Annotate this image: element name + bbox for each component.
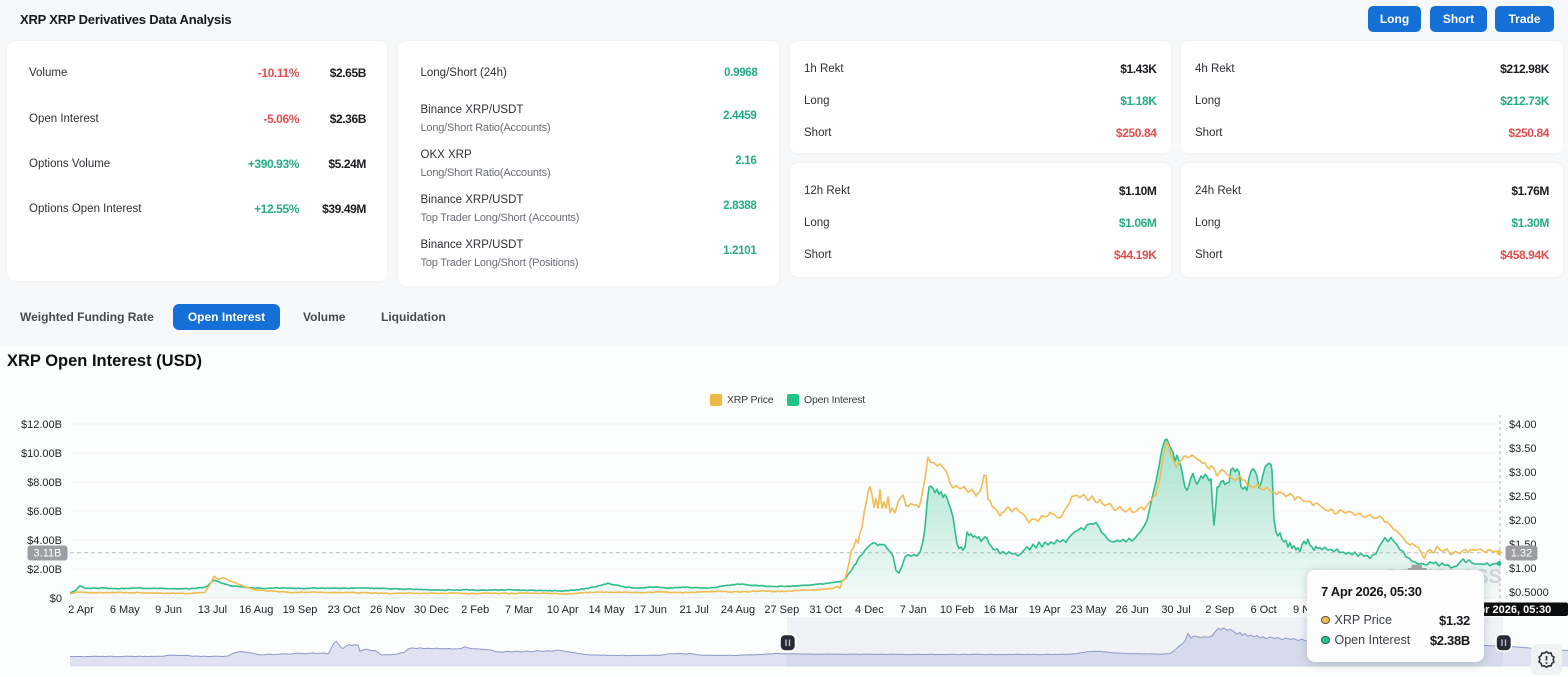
svg-text:23 May: 23 May: [1070, 604, 1107, 616]
svg-text:7 Jan: 7 Jan: [900, 604, 927, 616]
svg-text:$2.00: $2.00: [1509, 515, 1537, 527]
svg-text:6 May: 6 May: [110, 604, 140, 616]
svg-text:19 Sep: 19 Sep: [283, 604, 318, 616]
svg-text:$0.5000: $0.5000: [1509, 587, 1549, 599]
svg-text:24 Aug: 24 Aug: [721, 604, 755, 616]
svg-text:2 Sep: 2 Sep: [1205, 604, 1234, 616]
svg-text:2 Feb: 2 Feb: [461, 604, 489, 616]
svg-text:13 Jul: 13 Jul: [198, 604, 227, 616]
svg-text:$2.50: $2.50: [1509, 491, 1537, 503]
svg-text:23 Oct: 23 Oct: [328, 604, 360, 616]
svg-text:6 Oct: 6 Oct: [1250, 604, 1276, 616]
svg-text:26 Nov: 26 Nov: [370, 604, 405, 616]
svg-text:3.11B: 3.11B: [34, 548, 62, 560]
svg-text:17 Jun: 17 Jun: [634, 604, 667, 616]
svg-text:$4.00B: $4.00B: [27, 535, 62, 547]
svg-text:21 Jul: 21 Jul: [680, 604, 709, 616]
svg-text:2 Apr: 2 Apr: [68, 604, 94, 616]
svg-text:14 May: 14 May: [589, 604, 626, 616]
svg-text:4 Dec: 4 Dec: [855, 604, 884, 616]
svg-text:7 Mar: 7 Mar: [505, 604, 533, 616]
svg-text:$12.00B: $12.00B: [21, 419, 62, 431]
svg-text:$4.00: $4.00: [1509, 419, 1537, 431]
svg-text:16 Mar: 16 Mar: [984, 604, 1019, 616]
svg-text:27 Sep: 27 Sep: [764, 604, 799, 616]
svg-text:$6.00B: $6.00B: [27, 506, 62, 518]
svg-text:31 Oct: 31 Oct: [809, 604, 841, 616]
svg-text:$1.00: $1.00: [1509, 563, 1537, 575]
svg-text:$0: $0: [50, 593, 62, 605]
svg-text:10 Feb: 10 Feb: [940, 604, 974, 616]
svg-text:30 Dec: 30 Dec: [414, 604, 449, 616]
svg-text:10 Apr: 10 Apr: [547, 604, 579, 616]
svg-text:1.32: 1.32: [1511, 548, 1532, 560]
svg-text:9 Jun: 9 Jun: [155, 604, 182, 616]
svg-text:$3.00: $3.00: [1509, 467, 1537, 479]
svg-text:26 Jun: 26 Jun: [1116, 604, 1149, 616]
svg-text:30 Jul: 30 Jul: [1161, 604, 1190, 616]
svg-text:19 Apr: 19 Apr: [1029, 604, 1061, 616]
svg-text:$8.00B: $8.00B: [27, 477, 62, 489]
svg-text:$3.50: $3.50: [1509, 443, 1537, 455]
svg-text:$2.00B: $2.00B: [27, 564, 62, 576]
svg-text:$10.00B: $10.00B: [21, 448, 62, 460]
svg-text:16 Aug: 16 Aug: [239, 604, 273, 616]
